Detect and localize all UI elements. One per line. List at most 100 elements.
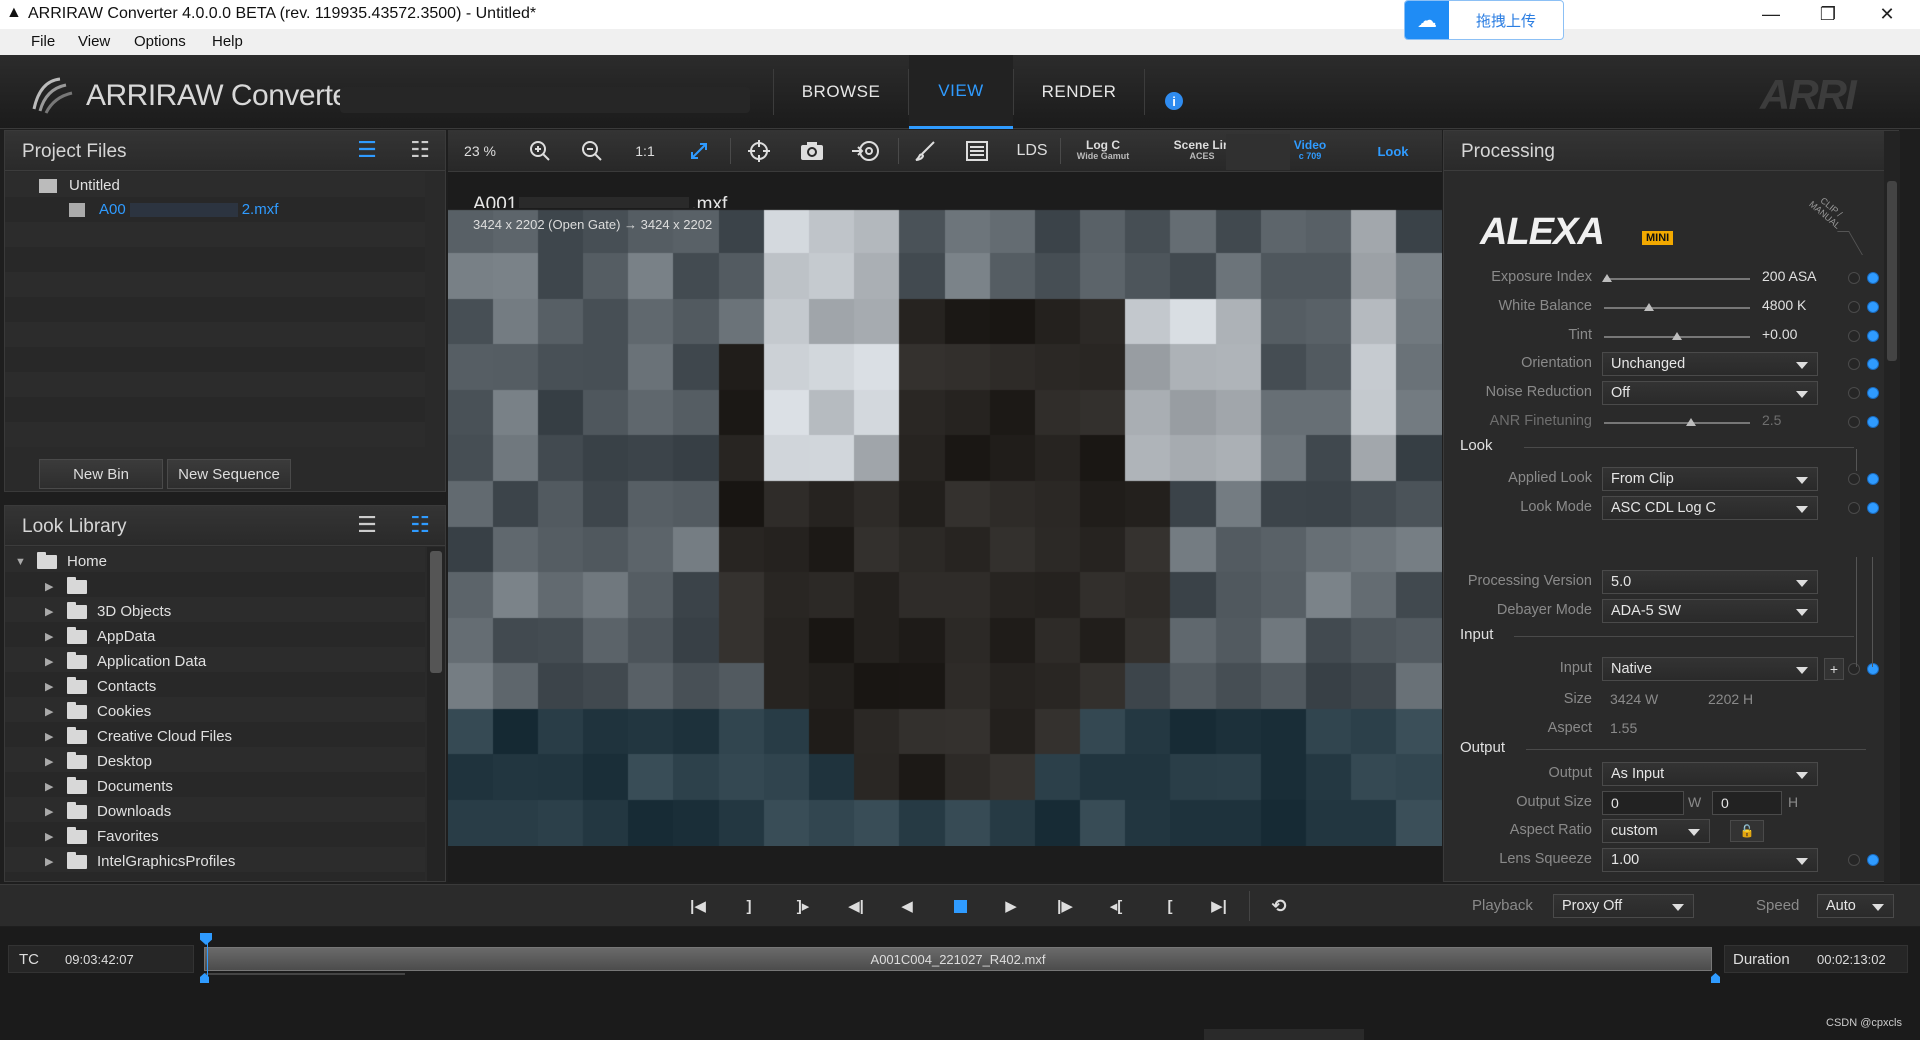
scene-linear-button[interactable]: Scene Lin ACES	[1170, 130, 1234, 172]
mark-out-icon[interactable]: ]	[738, 895, 760, 917]
tree-item-folder[interactable]: ▶ IntelGraphicsProfiles	[45, 849, 235, 874]
noise-select[interactable]: Off	[1602, 381, 1818, 405]
go-start-icon[interactable]: |◀	[687, 895, 709, 917]
clip-value-toggle[interactable]	[1848, 272, 1860, 284]
input-select[interactable]: Native	[1602, 657, 1818, 681]
clip-value-toggle[interactable]	[1848, 387, 1860, 399]
look_mode-select[interactable]: ASC CDL Log C	[1602, 496, 1818, 520]
tab-browse[interactable]: BROWSE	[774, 55, 908, 129]
tree-item-folder[interactable]: ▶ Creative Cloud Files	[45, 724, 232, 749]
aspect_ratio-select[interactable]: custom	[1602, 819, 1710, 843]
tree-item-folder[interactable]: ▶ Desktop	[45, 749, 152, 774]
playback-select[interactable]: Proxy Off	[1553, 894, 1694, 918]
output-width-input[interactable]: 0	[1602, 791, 1684, 815]
tree-item-folder[interactable]: ▶ Favorites	[45, 824, 159, 849]
play-reverse-icon[interactable]: ◀	[896, 895, 918, 917]
tree-item-folder[interactable]: ▶ Documents	[45, 774, 173, 799]
playhead-icon[interactable]	[200, 933, 212, 945]
go-to-out-icon[interactable]: ]▸	[792, 895, 814, 917]
menu-view[interactable]: View	[78, 33, 110, 50]
manual-value-toggle[interactable]	[1867, 358, 1879, 370]
loop-icon[interactable]: ⟲	[1268, 895, 1290, 917]
scrollbar[interactable]	[1884, 131, 1900, 883]
slider-knob[interactable]	[1672, 332, 1682, 340]
clip-value-toggle[interactable]	[1848, 301, 1860, 313]
collapse-triangle-icon[interactable]: ▶	[45, 855, 55, 868]
detail-view-icon[interactable]: ☷	[407, 139, 433, 162]
slider-knob[interactable]	[1644, 303, 1654, 311]
export-frame-icon[interactable]	[848, 130, 884, 172]
look-button[interactable]: Look	[1368, 130, 1418, 172]
tint-slider[interactable]	[1604, 332, 1750, 340]
brush-icon[interactable]	[910, 130, 940, 172]
orientation-select[interactable]: Unchanged	[1602, 352, 1818, 376]
zoom-out-icon[interactable]	[576, 130, 606, 172]
tree-item-folder[interactable]: ▶	[45, 574, 97, 599]
manual-value-toggle[interactable]	[1867, 502, 1879, 514]
white_balance-slider[interactable]	[1604, 303, 1750, 311]
lds-button[interactable]: LDS	[1014, 130, 1050, 172]
proc_version-select[interactable]: 5.0	[1602, 570, 1818, 594]
timeline-clip[interactable]: A001C004_221027_R402.mxf	[204, 947, 1712, 971]
go-to-in-icon[interactable]: ◂[	[1105, 895, 1127, 917]
slider-knob[interactable]	[1602, 274, 1612, 282]
project-item-clip[interactable]: A00 2.mxf	[69, 197, 278, 222]
tree-item-folder[interactable]: ▶ Contacts	[45, 674, 156, 699]
crosshair-icon[interactable]	[744, 130, 774, 172]
clip-value-toggle[interactable]	[1848, 358, 1860, 370]
fit-icon[interactable]	[684, 130, 714, 172]
minimize-button[interactable]: —	[1748, 2, 1794, 26]
anr-slider[interactable]	[1604, 418, 1750, 426]
list-view-icon[interactable]: ☰	[354, 514, 380, 537]
output-select[interactable]: As Input	[1602, 762, 1818, 786]
lens-select[interactable]: 1.00	[1602, 848, 1818, 872]
project-item-untitled[interactable]: Untitled	[39, 173, 120, 198]
collapse-triangle-icon[interactable]: ▶	[45, 580, 55, 593]
tree-item-folder[interactable]: ▶ 3D Objects	[45, 599, 171, 624]
manual-value-toggle[interactable]	[1867, 663, 1879, 675]
tree-item-home[interactable]: ▼ Home	[15, 549, 107, 574]
clip-value-toggle[interactable]	[1848, 502, 1860, 514]
expand-triangle-icon[interactable]: ▼	[15, 556, 26, 568]
out-marker-icon[interactable]	[1711, 973, 1720, 983]
upload-widget[interactable]: ☁ 拖拽上传	[1404, 0, 1564, 40]
menu-options[interactable]: Options	[134, 33, 186, 50]
manual-value-toggle[interactable]	[1867, 330, 1879, 342]
overlay-icon[interactable]	[962, 130, 992, 172]
clip-value-toggle[interactable]	[1848, 330, 1860, 342]
camera-icon[interactable]	[796, 130, 828, 172]
manual-value-toggle[interactable]	[1867, 387, 1879, 399]
collapse-triangle-icon[interactable]: ▶	[45, 730, 55, 743]
add-input-button[interactable]: +	[1824, 658, 1844, 680]
detail-view-icon[interactable]: ☷	[407, 514, 433, 537]
collapse-triangle-icon[interactable]: ▶	[45, 605, 55, 618]
tab-view[interactable]: VIEW	[909, 55, 1013, 129]
zoom-level[interactable]: 23 %	[460, 130, 500, 172]
zoom-in-icon[interactable]	[524, 130, 554, 172]
new-bin-button[interactable]: New Bin	[39, 459, 163, 489]
play-icon[interactable]: ▶	[1000, 895, 1022, 917]
stop-icon[interactable]	[949, 895, 971, 917]
scrollbar-thumb[interactable]	[1887, 181, 1897, 361]
tree-item-folder[interactable]: ▶ AppData	[45, 624, 155, 649]
tree-item-folder[interactable]: ▶ Cookies	[45, 699, 151, 724]
tab-render[interactable]: RENDER	[1014, 55, 1144, 129]
menu-file[interactable]: File	[31, 33, 55, 50]
tree-item-folder[interactable]: ▶ Application Data	[45, 649, 206, 674]
mark-in-icon[interactable]: [	[1159, 895, 1181, 917]
debayer-select[interactable]: ADA-5 SW	[1602, 599, 1818, 623]
clip-value-toggle[interactable]	[1848, 473, 1860, 485]
collapse-triangle-icon[interactable]: ▶	[45, 630, 55, 643]
applied_look-select[interactable]: From Clip	[1602, 467, 1818, 491]
step-back-icon[interactable]: ◀|	[845, 895, 867, 917]
collapse-triangle-icon[interactable]: ▶	[45, 780, 55, 793]
manual-value-toggle[interactable]	[1867, 301, 1879, 313]
tree-item-folder[interactable]: ▶ Downloads	[45, 799, 171, 824]
info-icon[interactable]: i	[1165, 92, 1183, 110]
collapse-triangle-icon[interactable]: ▶	[45, 830, 55, 843]
output-height-input[interactable]: 0	[1712, 791, 1782, 815]
scrollbar[interactable]	[427, 547, 445, 881]
clip-value-toggle[interactable]	[1848, 663, 1860, 675]
exposure-slider[interactable]	[1602, 274, 1750, 282]
video-button[interactable]: Video c 709	[1280, 130, 1340, 172]
